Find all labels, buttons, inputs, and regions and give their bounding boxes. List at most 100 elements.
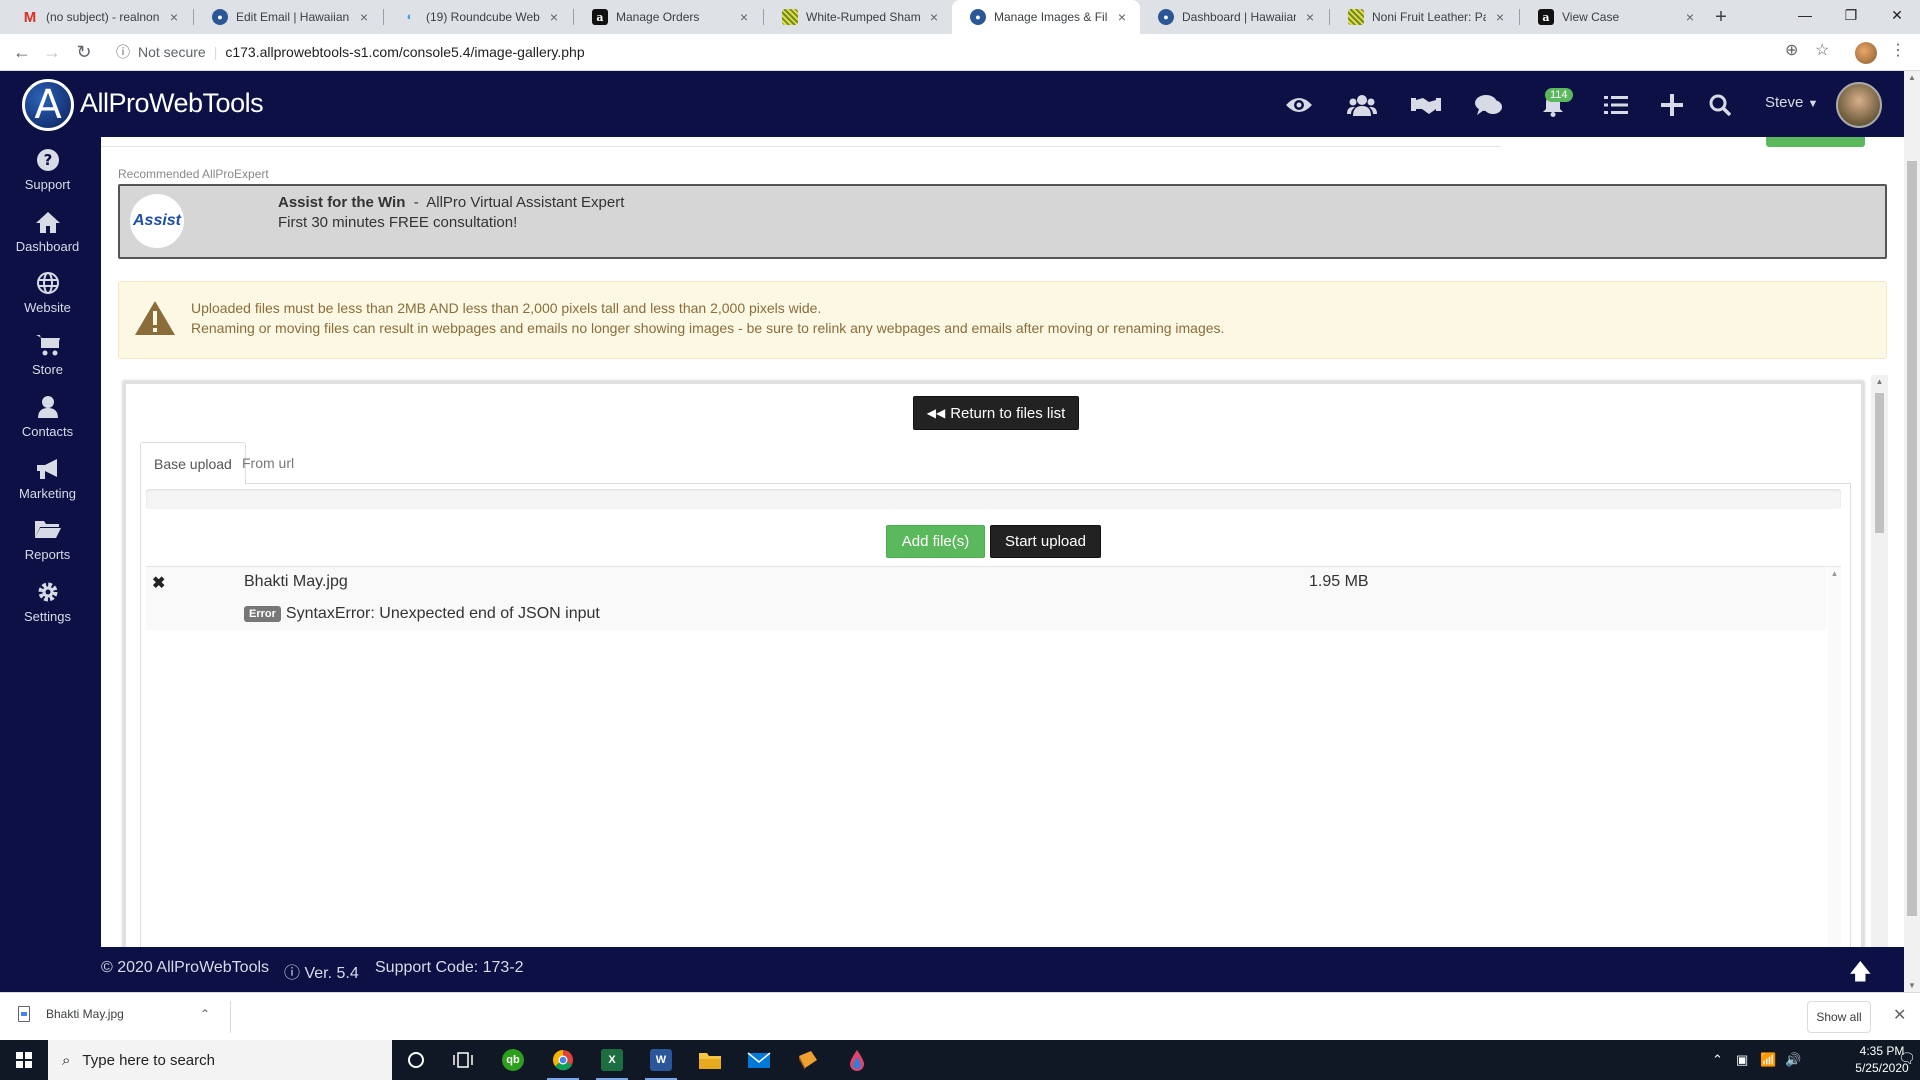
allpro-logo-icon[interactable]: A bbox=[22, 79, 74, 131]
tab-from-url[interactable]: From url bbox=[229, 442, 307, 484]
browser-tab-active[interactable]: ● Manage Images & Files × bbox=[952, 0, 1140, 34]
file-size: 1.95 MB bbox=[1309, 573, 1369, 590]
sidebar-item-settings[interactable]: Settings bbox=[0, 581, 95, 624]
close-icon[interactable]: ✕ bbox=[1893, 1005, 1906, 1025]
panel-scroll-thumb[interactable] bbox=[1875, 393, 1884, 533]
info-icon[interactable]: ⓘ bbox=[116, 42, 130, 62]
browser-tab[interactable]: White-Rumped Shama × bbox=[764, 0, 952, 34]
browser-tab[interactable]: ● Dashboard | Hawaiian × bbox=[1140, 0, 1328, 34]
word-icon[interactable]: W bbox=[641, 1044, 681, 1080]
green-button-remnant[interactable] bbox=[1766, 137, 1865, 147]
minimize-button[interactable]: — bbox=[1782, 0, 1828, 30]
notification-center-icon[interactable]: 🗨 bbox=[1898, 1050, 1916, 1067]
sidebar-item-contacts[interactable]: Contacts bbox=[0, 396, 95, 439]
wifi-icon[interactable]: 📶 bbox=[1760, 1052, 1776, 1068]
plus-icon[interactable] bbox=[1654, 91, 1690, 119]
paint-drop-icon[interactable] bbox=[837, 1044, 877, 1076]
start-button[interactable] bbox=[0, 1040, 48, 1080]
sidebar-item-support[interactable]: ? Support bbox=[0, 149, 95, 192]
panel-scrollbar[interactable]: ▲ bbox=[1871, 375, 1888, 947]
mail-icon[interactable] bbox=[739, 1044, 779, 1076]
url-field[interactable]: ⓘ Not secure | c173.allprowebtools-s1.co… bbox=[108, 38, 1788, 66]
back-button[interactable]: ← bbox=[8, 40, 36, 64]
version-info[interactable]: ⓘ Ver. 5.4 bbox=[284, 959, 359, 983]
chrome-icon[interactable] bbox=[543, 1044, 583, 1080]
brand-name[interactable]: AllProWebTools bbox=[80, 88, 264, 119]
browser-tab[interactable]: M (no subject) - realnonif × bbox=[4, 0, 192, 34]
task-view-icon[interactable] bbox=[443, 1044, 483, 1076]
download-bar: Bhakti May.jpg ⌃ Show all ✕ bbox=[0, 992, 1920, 1040]
return-to-files-button[interactable]: ◀◀ Return to files list bbox=[913, 396, 1079, 430]
file-error: Error SyntaxError: Unexpected end of JSO… bbox=[244, 605, 600, 623]
page-scrollbar[interactable]: ▲ ▼ bbox=[1904, 71, 1920, 992]
expert-title: Assist for the Win - AllPro Virtual Assi… bbox=[278, 194, 624, 211]
sidebar-item-label: Reports bbox=[24, 547, 71, 562]
error-message: SyntaxError: Unexpected end of JSON inpu… bbox=[285, 605, 600, 622]
taskbar-search[interactable]: ⌕ Type here to search bbox=[48, 1040, 392, 1080]
remove-file-icon[interactable]: ✖ bbox=[152, 573, 165, 593]
chat-icon[interactable] bbox=[1471, 91, 1507, 119]
maximize-button[interactable]: ❐ bbox=[1828, 0, 1874, 30]
quickbooks-icon[interactable]: qb bbox=[493, 1044, 533, 1076]
sticky-app-icon[interactable] bbox=[788, 1044, 828, 1076]
close-tab-icon[interactable]: × bbox=[736, 9, 752, 25]
tray-chevron-up-icon[interactable]: ⌃ bbox=[1712, 1052, 1723, 1068]
search-icon: ⌕ bbox=[62, 1051, 71, 1069]
page-scroll-thumb[interactable] bbox=[1907, 161, 1917, 916]
add-files-button[interactable]: Add file(s) bbox=[886, 525, 985, 558]
chevron-up-icon[interactable]: ⌃ bbox=[200, 1007, 210, 1021]
browser-tab[interactable]: ● Edit Email | Hawaiian O × bbox=[194, 0, 382, 34]
download-item[interactable]: Bhakti May.jpg bbox=[18, 1006, 124, 1022]
browser-profile-avatar[interactable] bbox=[1855, 42, 1877, 64]
sidebar-item-store[interactable]: Store bbox=[0, 334, 95, 377]
new-tab-button[interactable]: + bbox=[1709, 5, 1733, 29]
tasks-icon[interactable] bbox=[1598, 91, 1634, 119]
cortana-icon[interactable] bbox=[396, 1044, 436, 1076]
avatar[interactable] bbox=[1836, 82, 1882, 128]
tray-app-icon[interactable]: ▣ bbox=[1736, 1052, 1748, 1068]
sidebar-item-marketing[interactable]: Marketing bbox=[0, 458, 95, 501]
browser-tab[interactable]: a Manage Orders × bbox=[574, 0, 762, 34]
user-menu[interactable]: Steve ▼ bbox=[1765, 94, 1818, 111]
start-upload-button[interactable]: Start upload bbox=[990, 525, 1101, 558]
tab-title: Noni Fruit Leather: Pai bbox=[1372, 10, 1486, 24]
warning-icon bbox=[134, 300, 175, 336]
search-icon[interactable] bbox=[1702, 91, 1738, 119]
close-tab-icon[interactable]: × bbox=[1302, 9, 1318, 25]
recommended-expert-banner[interactable]: Assist Assist for the Win - AllPro Virtu… bbox=[118, 184, 1887, 259]
reload-button[interactable]: ↻ bbox=[70, 40, 98, 64]
tab-title: (19) Roundcube Webm bbox=[426, 10, 540, 24]
close-tab-icon[interactable]: × bbox=[1114, 9, 1130, 25]
users-icon[interactable] bbox=[1344, 91, 1380, 119]
assist-logo: Assist bbox=[130, 194, 184, 248]
sidebar-item-dashboard[interactable]: Dashboard bbox=[0, 211, 95, 254]
sidebar-item-reports[interactable]: Reports bbox=[0, 519, 95, 562]
file-explorer-icon[interactable] bbox=[690, 1044, 730, 1076]
close-tab-icon[interactable]: × bbox=[1492, 9, 1508, 25]
sidebar-item-website[interactable]: Website bbox=[0, 272, 95, 315]
volume-icon[interactable]: 🔊 bbox=[1785, 1052, 1801, 1068]
menu-dots-icon[interactable]: ⋮ bbox=[1890, 40, 1906, 60]
bookmark-star-icon[interactable]: ☆ bbox=[1815, 40, 1829, 60]
excel-icon[interactable]: X bbox=[592, 1044, 632, 1080]
close-tab-icon[interactable]: × bbox=[1682, 9, 1698, 25]
close-tab-icon[interactable]: × bbox=[926, 9, 942, 25]
browser-tab[interactable]: a View Case × bbox=[1520, 0, 1708, 34]
sidebar-item-label: Dashboard bbox=[15, 239, 80, 254]
browser-tab[interactable]: ◐ (19) Roundcube Webm × bbox=[384, 0, 572, 34]
eye-icon[interactable] bbox=[1281, 91, 1317, 119]
close-tab-icon[interactable]: × bbox=[356, 9, 372, 25]
close-tab-icon[interactable]: × bbox=[546, 9, 562, 25]
show-all-button[interactable]: Show all bbox=[1807, 1001, 1871, 1033]
backward-icon: ◀◀ bbox=[926, 406, 946, 420]
zoom-icon[interactable]: ⊕ bbox=[1785, 40, 1798, 60]
scroll-to-top-icon[interactable]: 🡅 bbox=[1849, 955, 1872, 993]
tab-title: Manage Images & Files bbox=[994, 10, 1108, 24]
browser-tab[interactable]: Noni Fruit Leather: Pai × bbox=[1330, 0, 1518, 34]
file-list-scrollbar[interactable]: ▲ ▼ bbox=[1828, 567, 1841, 947]
forward-button[interactable]: → bbox=[38, 40, 66, 64]
close-window-button[interactable]: ✕ bbox=[1874, 0, 1920, 30]
handshake-icon[interactable] bbox=[1408, 91, 1444, 119]
close-tab-icon[interactable]: × bbox=[166, 9, 182, 25]
svg-text:?: ? bbox=[43, 151, 52, 169]
